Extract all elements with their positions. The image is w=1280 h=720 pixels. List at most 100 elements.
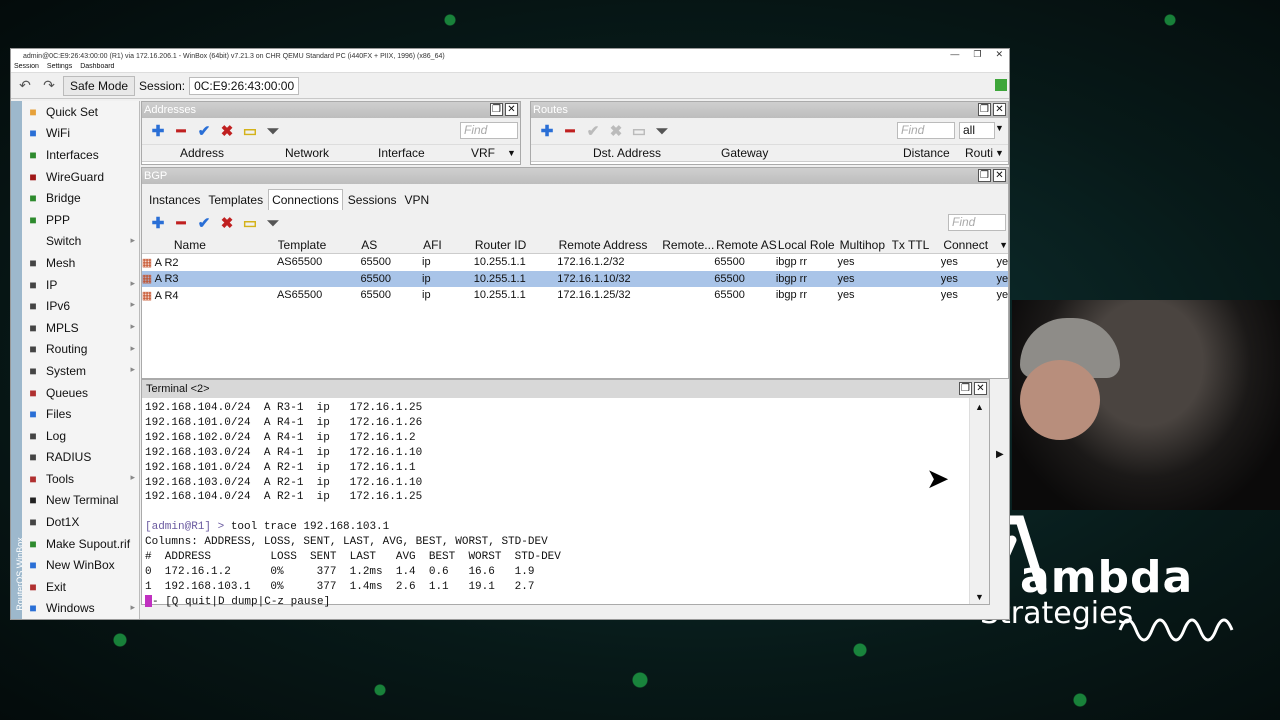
sidebar-item-make-supout-rif[interactable]: ■ Make Supout.rif xyxy=(22,533,139,555)
col-vrf[interactable]: VRF xyxy=(471,146,507,160)
sidebar-item-ipv6[interactable]: ■ IPv6 ▸ xyxy=(22,295,139,317)
close-icon[interactable]: ✕ xyxy=(993,169,1006,182)
scroll-up-icon[interactable]: ▲ xyxy=(970,402,989,412)
dropdown-arrow-icon[interactable]: ▼ xyxy=(995,123,1004,133)
maximize-icon[interactable]: ❐ xyxy=(973,49,981,60)
menu-session[interactable]: Session xyxy=(14,63,39,72)
close-icon[interactable]: ✕ xyxy=(993,103,1006,116)
comment-icon[interactable]: ▭ xyxy=(629,121,649,141)
sidebar-item-mpls[interactable]: ■ MPLS ▸ xyxy=(22,317,139,339)
col-multihop[interactable]: Multihop xyxy=(840,238,892,252)
comment-icon[interactable]: ▭ xyxy=(240,213,260,233)
add-icon[interactable]: ✚ xyxy=(148,213,168,233)
routes-filter-select[interactable]: all xyxy=(959,122,995,139)
sidebar-item-exit[interactable]: ■ Exit xyxy=(22,576,139,598)
col-local-role[interactable]: Local Role xyxy=(778,238,840,252)
minimize-icon[interactable]: — xyxy=(950,49,959,60)
disable-icon[interactable]: ✖ xyxy=(217,213,237,233)
scroll-right-icon[interactable]: ▶ xyxy=(996,449,1004,460)
col-tx-ttl[interactable]: Tx TTL xyxy=(892,238,944,252)
column-dropdown-icon[interactable]: ▼ xyxy=(999,240,1008,250)
restore-icon[interactable]: ❐ xyxy=(959,382,972,395)
sidebar-item-wireguard[interactable]: ■ WireGuard xyxy=(22,166,139,188)
sidebar-item-quick-set[interactable]: ■ Quick Set xyxy=(22,101,139,123)
col-remote-address[interactable]: Remote Address xyxy=(559,238,663,252)
table-row[interactable]: ▦ A R2 AS65500 65500 ip 10.255.1.1 172.16.1.2… xyxy=(142,254,1008,271)
restore-icon[interactable]: ❐ xyxy=(490,103,503,116)
col-network[interactable]: Network xyxy=(285,146,378,160)
close-icon[interactable]: ✕ xyxy=(505,103,518,116)
sidebar-item-routing[interactable]: ■ Routing ▸ xyxy=(22,339,139,361)
filter-icon[interactable]: ⏷ xyxy=(263,213,283,233)
sidebar-item-system[interactable]: ■ System ▸ xyxy=(22,360,139,382)
enable-icon[interactable]: ✔ xyxy=(194,121,214,141)
close-icon[interactable]: ✕ xyxy=(995,49,1003,60)
remove-icon[interactable]: ━ xyxy=(171,213,191,233)
col-remote-as[interactable]: Remote AS xyxy=(716,238,778,252)
tab-instances[interactable]: Instances xyxy=(146,190,203,210)
sidebar-item-mesh[interactable]: ■ Mesh xyxy=(22,252,139,274)
undo-icon[interactable]: ↶ xyxy=(15,76,35,96)
table-row[interactable]: ▦ A R3 65500 ip 10.255.1.1 172.16.1.10/32 655… xyxy=(142,270,1008,287)
filter-icon[interactable]: ⏷ xyxy=(652,121,672,141)
tab-templates[interactable]: Templates xyxy=(205,190,266,210)
col-dst-address[interactable]: Dst. Address xyxy=(593,146,721,160)
sidebar-item-interfaces[interactable]: ■ Interfaces xyxy=(22,144,139,166)
comment-icon[interactable]: ▭ xyxy=(240,121,260,141)
disable-icon[interactable]: ✖ xyxy=(606,121,626,141)
sidebar-item-wifi[interactable]: ■ WiFi xyxy=(22,123,139,145)
sidebar-item-switch[interactable]: Switch ▸ xyxy=(22,231,139,253)
col-gateway[interactable]: Gateway xyxy=(721,146,903,160)
tab-vpn[interactable]: VPN xyxy=(402,190,433,210)
col-remote-[interactable]: Remote... xyxy=(662,238,716,252)
sidebar-item-new-winbox[interactable]: ■ New WinBox xyxy=(22,554,139,576)
col-as[interactable]: AS xyxy=(361,238,423,252)
col-template[interactable]: Template xyxy=(278,238,362,252)
add-icon[interactable]: ✚ xyxy=(148,121,168,141)
enable-icon[interactable]: ✔ xyxy=(194,213,214,233)
restore-icon[interactable]: ❐ xyxy=(978,169,991,182)
col-afi[interactable]: AFI xyxy=(423,238,475,252)
safe-mode-button[interactable]: Safe Mode xyxy=(63,75,136,96)
addresses-find-input[interactable]: Find xyxy=(460,122,518,139)
col-name[interactable]: Name xyxy=(174,238,278,252)
sidebar-item-ppp[interactable]: ■ PPP xyxy=(22,209,139,231)
column-dropdown-icon[interactable]: ▼ xyxy=(507,148,519,158)
tab-sessions[interactable]: Sessions xyxy=(345,190,400,210)
sidebar-item-dot1x[interactable]: ■ Dot1X xyxy=(22,511,139,533)
tab-connections[interactable]: Connections xyxy=(268,189,343,210)
sidebar-item-log[interactable]: ■ Log xyxy=(22,425,139,447)
redo-icon[interactable]: ↷ xyxy=(39,76,59,96)
add-icon[interactable]: ✚ xyxy=(537,121,557,141)
sidebar-item-radius[interactable]: ■ RADIUS xyxy=(22,447,139,469)
table-row[interactable]: ▦ A R4 AS65500 65500 ip 10.255.1.1 172.16.1.2… xyxy=(142,287,1008,304)
col-router-id[interactable]: Router ID xyxy=(475,238,559,252)
routes-find-input[interactable]: Find xyxy=(897,122,955,139)
sidebar-item-ip[interactable]: ■ IP ▸ xyxy=(22,274,139,296)
col-interface[interactable]: Interface xyxy=(378,146,471,160)
enable-icon[interactable]: ✔ xyxy=(583,121,603,141)
scroll-down-icon[interactable]: ▼ xyxy=(970,592,989,602)
session-field[interactable]: 0C:E9:26:43:00:00 xyxy=(189,76,300,95)
restore-icon[interactable]: ❐ xyxy=(978,103,991,116)
col-routing[interactable]: Routi xyxy=(965,146,995,160)
terminal-scrollbar[interactable]: ▲ ▼ xyxy=(969,398,989,604)
menu-settings[interactable]: Settings xyxy=(47,63,72,72)
col-connect[interactable]: Connect xyxy=(943,238,999,252)
sidebar-item-tools[interactable]: ■ Tools ▸ xyxy=(22,468,139,490)
col-address[interactable]: Address xyxy=(180,146,285,160)
sidebar-item-windows[interactable]: ■ Windows ▸ xyxy=(22,598,139,620)
column-dropdown-icon[interactable]: ▼ xyxy=(995,148,1007,158)
remove-icon[interactable]: ━ xyxy=(171,121,191,141)
disable-icon[interactable]: ✖ xyxy=(217,121,237,141)
remove-icon[interactable]: ━ xyxy=(560,121,580,141)
col-distance[interactable]: Distance xyxy=(903,146,965,160)
sidebar-item-bridge[interactable]: ■ Bridge xyxy=(22,187,139,209)
menu-dashboard[interactable]: Dashboard xyxy=(80,63,114,72)
sidebar-item-new-terminal[interactable]: ■ New Terminal xyxy=(22,490,139,512)
terminal-output[interactable]: 192.168.104.0/24 A R3-1 ip 172.16.1.25 19… xyxy=(142,398,969,608)
close-icon[interactable]: ✕ xyxy=(974,382,987,395)
sidebar-item-queues[interactable]: ■ Queues xyxy=(22,382,139,404)
filter-icon[interactable]: ⏷ xyxy=(263,121,283,141)
sidebar-item-files[interactable]: ■ Files xyxy=(22,403,139,425)
